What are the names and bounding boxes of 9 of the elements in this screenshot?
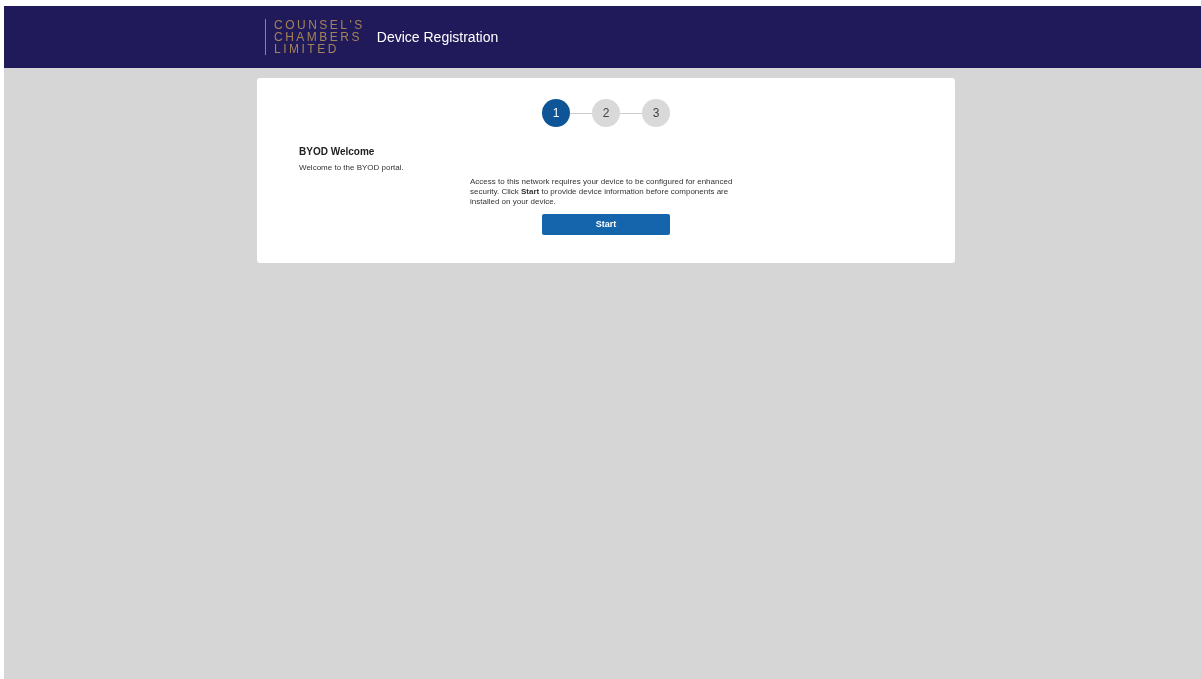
company-logo: COUNSEL'S CHAMBERS LIMITED <box>265 19 365 55</box>
welcome-text: Welcome to the BYOD portal. <box>299 162 405 174</box>
step-indicator: 3 <box>642 99 670 127</box>
step-indicator: 1 <box>542 99 570 127</box>
page-title: Device Registration <box>376 27 499 47</box>
section-heading: BYOD Welcome <box>299 145 376 159</box>
start-button[interactable]: Start <box>542 214 670 235</box>
description-text: Access to this network requires your device to be configured for enhanced security. Click Start to provide device information before components are installed on your device. <box>470 177 734 207</box>
step-indicator: 2 <box>592 99 620 127</box>
